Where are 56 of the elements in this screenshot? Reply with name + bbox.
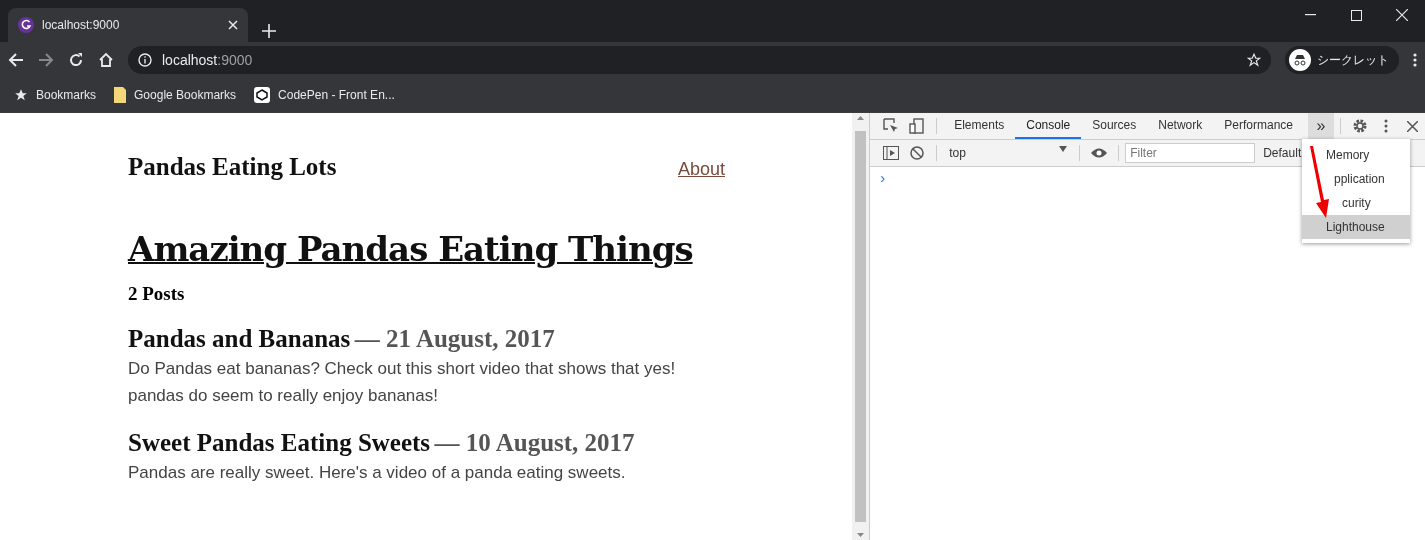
- star-icon: [14, 88, 28, 102]
- site-title[interactable]: Pandas Eating Lots: [128, 153, 337, 181]
- post-excerpt: Do Pandas eat bananas? Check out this short video that shows that yes! pandas do seem to really enjoy bananas!: [128, 358, 677, 407]
- menu-item[interactable]: Memory: [1302, 143, 1410, 167]
- scrollbar[interactable]: [852, 113, 870, 540]
- menu-item[interactable]: curity: [1302, 191, 1410, 215]
- incognito-icon: [1289, 49, 1311, 71]
- maximize-icon[interactable]: [1350, 9, 1362, 21]
- minimize-icon[interactable]: [1304, 14, 1316, 16]
- menu-icon[interactable]: [1413, 52, 1417, 68]
- sidebar-toggle-icon[interactable]: [883, 146, 900, 160]
- page-heading[interactable]: Amazing Pandas Eating Things: [128, 229, 693, 269]
- menu-item[interactable]: Lighthouse: [1302, 215, 1410, 239]
- star-icon[interactable]: [1247, 53, 1261, 67]
- nav-link[interactable]: About: [677, 159, 725, 180]
- inspect-icon[interactable]: [883, 118, 900, 134]
- bookmark-link[interactable]: Google Bookmarks: [134, 88, 237, 102]
- post-title[interactable]: Sweet Pandas Eating Sweets: [128, 429, 431, 456]
- post-date: — 10 August, 2017: [434, 429, 635, 456]
- more-icon[interactable]: [1384, 119, 1388, 133]
- more-tabs-button[interactable]: »: [1308, 113, 1334, 139]
- filter-field[interactable]: Filter: [1125, 143, 1256, 163]
- post-count: 2 Posts: [128, 283, 186, 305]
- browser-tab[interactable]: localhost:9000: [8, 8, 248, 42]
- devtools-tab[interactable]: Performance: [1213, 113, 1304, 139]
- console-prompt: ›: [880, 169, 886, 186]
- devtools-tab[interactable]: Network: [1147, 113, 1214, 139]
- menu-item[interactable]: pplication: [1302, 167, 1410, 191]
- caret-icon: [1059, 146, 1068, 152]
- device-icon[interactable]: [909, 118, 926, 134]
- post-title[interactable]: Pandas and Bananas: [128, 325, 351, 352]
- profile-button[interactable]: シークレット: [1285, 46, 1399, 74]
- info-icon: [138, 53, 152, 67]
- forward-icon[interactable]: [38, 52, 54, 68]
- context-dropdown[interactable]: top: [943, 146, 1074, 160]
- levels-dropdown[interactable]: Default: [1263, 146, 1302, 160]
- scroll-down-icon[interactable]: [857, 533, 865, 537]
- clear-icon[interactable]: [910, 146, 925, 160]
- address-bar[interactable]: localhost:9000: [128, 46, 1271, 74]
- site-icon: [18, 17, 34, 33]
- post-excerpt: Pandas are really sweet. Here's a video of a panda eating sweets.: [128, 462, 627, 484]
- home-icon[interactable]: [98, 52, 114, 68]
- folder-icon: [114, 87, 127, 103]
- settings-icon[interactable]: [1352, 118, 1368, 134]
- post-date: — 21 August, 2017: [354, 325, 555, 352]
- bookmark-link[interactable]: Bookmarks: [36, 88, 97, 102]
- close-icon[interactable]: [1406, 120, 1418, 132]
- new-tab-icon[interactable]: [262, 24, 276, 38]
- scroll-up-icon[interactable]: [857, 116, 865, 120]
- reload-icon[interactable]: [68, 52, 84, 68]
- bookmark-link[interactable]: CodePen - Front En...: [278, 88, 395, 102]
- eye-icon[interactable]: [1090, 147, 1109, 159]
- devtools-tab[interactable]: Sources: [1081, 113, 1148, 139]
- devtools-tab[interactable]: Elements: [943, 113, 1016, 139]
- cube-icon: [254, 87, 271, 103]
- back-icon[interactable]: [8, 52, 24, 68]
